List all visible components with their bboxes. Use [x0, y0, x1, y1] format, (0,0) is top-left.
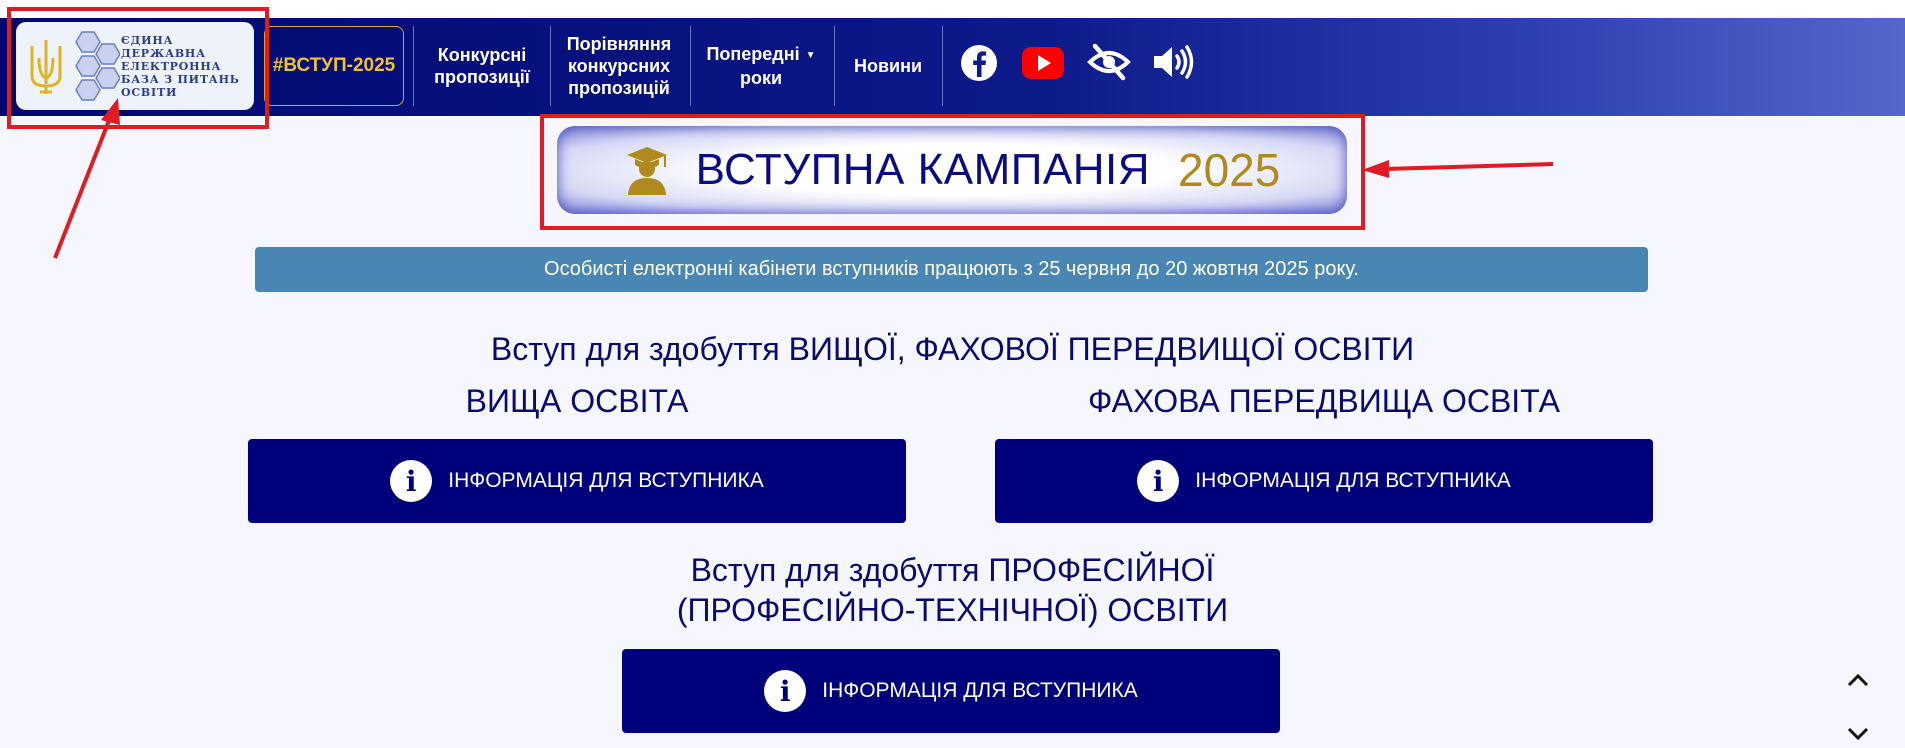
nav-label: Попередні	[706, 44, 800, 65]
higher-education-label: ВИЩА ОСВІТА	[465, 383, 689, 419]
youtube-link[interactable]	[1022, 47, 1064, 84]
info-icon: i	[1137, 460, 1180, 502]
annotation-box-banner	[540, 114, 1365, 230]
chevron-up-icon	[1847, 673, 1869, 687]
annotation-box-logo	[7, 7, 269, 129]
info-icon: i	[390, 460, 433, 502]
vocational-info-button[interactable]: i ІНФОРМАЦІЯ ДЛЯ ВСТУПНИКА	[622, 649, 1280, 733]
chevron-down-icon	[1847, 727, 1869, 741]
info-icon: i	[764, 670, 807, 712]
facebook-link[interactable]	[960, 44, 998, 87]
nav-separator	[413, 26, 414, 106]
nav-label: пропозиції	[434, 67, 530, 87]
caret-down-icon: ▼	[805, 49, 816, 61]
vocational-heading-line1: Вступ для здобуття ПРОФЕСІЙНОЇ	[690, 552, 1215, 588]
youtube-icon	[1022, 47, 1064, 79]
nav-label: Новини	[853, 56, 923, 76]
higher-info-button[interactable]: i ІНФОРМАЦІЯ ДЛЯ ВСТУПНИКА	[248, 439, 906, 523]
button-label: ІНФОРМАЦІЯ ДЛЯ ВСТУПНИКА	[822, 679, 1138, 702]
nav-label: роки	[739, 67, 783, 88]
speech-toggle[interactable]	[1152, 45, 1196, 84]
eye-slash-icon	[1087, 43, 1131, 81]
nav-separator	[834, 26, 835, 106]
nav-label: Порівняння	[566, 34, 672, 54]
nav-competitive-offers[interactable]: Конкурсні пропозиції	[418, 26, 546, 106]
button-label: ІНФОРМАЦІЯ ДЛЯ ВСТУПНИКА	[448, 469, 764, 492]
higher-education-heading: Вступ для здобуття ВИЩОЇ, ФАХОВОЇ ПЕРЕДВ…	[490, 331, 1415, 367]
prehigher-education-label: ФАХОВА ПЕРЕДВИЩА ОСВІТА	[1088, 383, 1560, 419]
nav-separator	[942, 26, 943, 106]
scroll-down-button[interactable]	[1846, 726, 1870, 747]
nav-compare-offers[interactable]: Порівняння конкурсних пропозицій	[554, 26, 684, 106]
nav-vstup-2025[interactable]: #ВСТУП-2025	[264, 26, 404, 106]
nav-previous-years-dropdown[interactable]: Попередні ▼ роки	[694, 26, 828, 106]
nav-label: конкурсних	[567, 56, 671, 76]
prehigher-info-button[interactable]: i ІНФОРМАЦІЯ ДЛЯ ВСТУПНИКА	[995, 439, 1653, 523]
vocational-heading-line2: (ПРОФЕСІЙНО-ТЕХНІЧНОЇ) ОСВІТИ	[676, 592, 1229, 628]
scroll-up-button[interactable]	[1846, 672, 1870, 693]
nav-separator	[690, 26, 691, 106]
nav-news[interactable]: Новини	[838, 26, 938, 106]
nav-separator	[550, 26, 551, 106]
button-label: ІНФОРМАЦІЯ ДЛЯ ВСТУПНИКА	[1195, 469, 1511, 492]
accessibility-toggle[interactable]	[1087, 43, 1131, 86]
nav-label: пропозицій	[568, 78, 670, 98]
top-strip	[0, 0, 1905, 18]
nav-label: Конкурсні	[437, 45, 527, 65]
volume-icon	[1154, 45, 1194, 79]
cabinet-notice: Особисті електронні кабінети вступників …	[255, 247, 1648, 292]
facebook-icon	[961, 45, 997, 81]
